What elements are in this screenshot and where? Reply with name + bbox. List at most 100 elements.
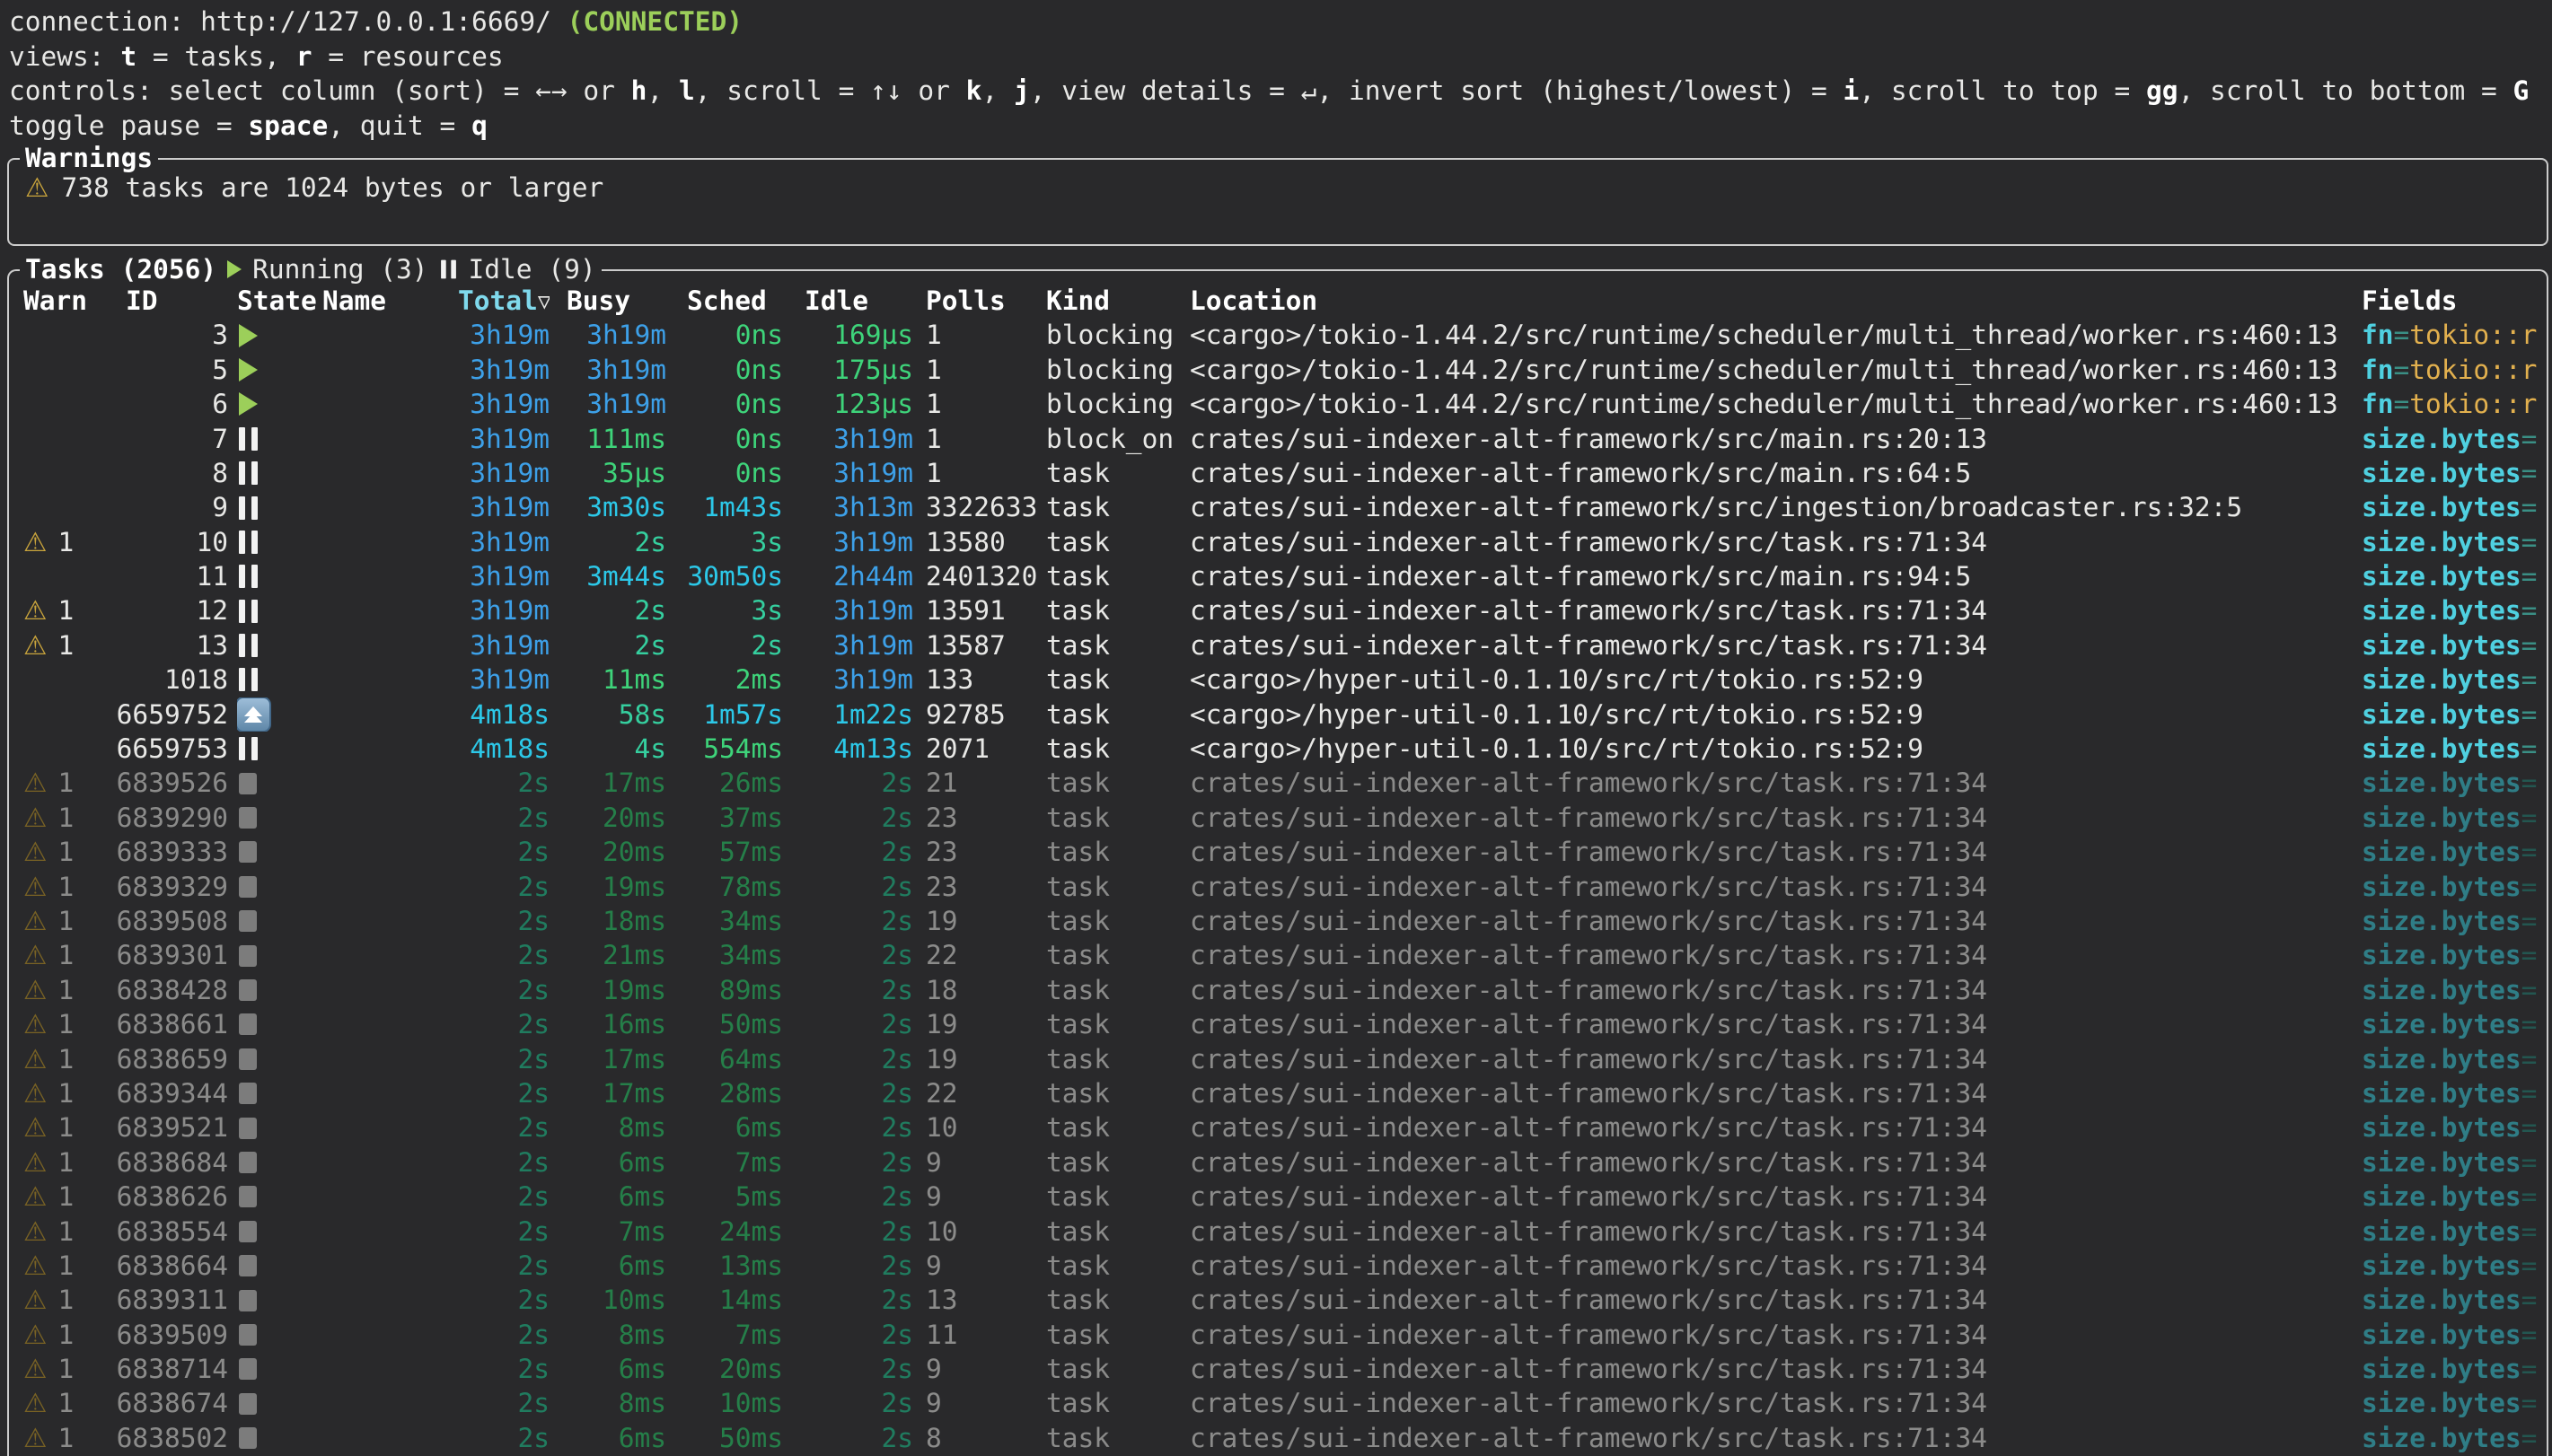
warning-icon: ⚠ bbox=[25, 171, 48, 206]
idle-duration: 3h19m bbox=[783, 456, 913, 490]
task-kind: task bbox=[1046, 1042, 1190, 1076]
busy-duration: 6ms bbox=[550, 1180, 666, 1214]
task-location: crates/sui-indexer-alt-framework/src/tas… bbox=[1190, 525, 2362, 559]
tasks-panel: Tasks (2056) Running (3) Idle (9) WarnID… bbox=[7, 269, 2548, 1456]
field-equals: = bbox=[2521, 1147, 2538, 1178]
table-row[interactable]: ⚠1123h19m2s3s3h19m13591taskcrates/sui-in… bbox=[9, 594, 2547, 628]
table-row[interactable]: ⚠168393292s19ms78ms2s23taskcrates/sui-in… bbox=[9, 870, 2547, 904]
total-duration: 3h19m bbox=[448, 525, 550, 559]
table-row[interactable]: 53h19m3h19m0ns175µs1blocking<cargo>/toki… bbox=[9, 353, 2547, 387]
table-row[interactable]: ⚠168393332s20ms57ms2s23taskcrates/sui-in… bbox=[9, 835, 2547, 869]
column-header-sched[interactable]: Sched bbox=[666, 284, 783, 318]
table-row[interactable]: 10183h19m11ms2ms3h19m133task<cargo>/hype… bbox=[9, 662, 2547, 697]
busy-duration: 3m44s bbox=[550, 559, 666, 593]
column-header-polls[interactable]: Polls bbox=[913, 284, 1046, 318]
field-key: size.bytes bbox=[2362, 1181, 2521, 1212]
column-header-kind[interactable]: Kind bbox=[1046, 284, 1190, 318]
state-cell bbox=[237, 1048, 322, 1070]
task-kind: task bbox=[1046, 870, 1190, 904]
column-header-total[interactable]: Total▿ bbox=[448, 284, 550, 318]
task-location: crates/sui-indexer-alt-framework/src/tas… bbox=[1190, 904, 2362, 938]
column-header-fields[interactable]: Fields bbox=[2362, 284, 2547, 318]
table-row[interactable]: 63h19m3h19m0ns123µs1blocking<cargo>/toki… bbox=[9, 387, 2547, 421]
table-row[interactable]: ⚠168386612s16ms50ms2s19taskcrates/sui-in… bbox=[9, 1007, 2547, 1041]
table-row[interactable]: ⚠168385022s6ms50ms2s8taskcrates/sui-inde… bbox=[9, 1421, 2547, 1455]
field-equals: = bbox=[2521, 1354, 2538, 1384]
table-row[interactable]: 66597524m18s58s1m57s1m22s92785task<cargo… bbox=[9, 697, 2547, 732]
table-row[interactable]: 66597534m18s4s554ms4m13s2071task<cargo>/… bbox=[9, 732, 2547, 766]
table-row[interactable]: ⚠168386262s6ms5ms2s9taskcrates/sui-index… bbox=[9, 1180, 2547, 1214]
table-row[interactable]: ⚠168386742s8ms10ms2s9taskcrates/sui-inde… bbox=[9, 1387, 2547, 1421]
column-header-location[interactable]: Location bbox=[1190, 284, 2362, 318]
table-row[interactable]: ⚠168385542s7ms24ms2s10taskcrates/sui-ind… bbox=[9, 1215, 2547, 1249]
warn-cell: ⚠1 bbox=[23, 1042, 104, 1076]
sort-descending-icon: ▿ bbox=[538, 285, 550, 316]
table-row[interactable]: ⚠168387142s6ms20ms2s9taskcrates/sui-inde… bbox=[9, 1352, 2547, 1386]
table-row[interactable]: ⚠168386842s6ms7ms2s9taskcrates/sui-index… bbox=[9, 1145, 2547, 1180]
field-key: size.bytes bbox=[2362, 561, 2521, 592]
column-header-busy[interactable]: Busy bbox=[550, 284, 666, 318]
table-row[interactable]: ⚠1133h19m2s2s3h19m13587taskcrates/sui-in… bbox=[9, 628, 2547, 662]
task-id: 6838661 bbox=[104, 1007, 237, 1041]
running-icon bbox=[239, 392, 258, 416]
polls-count: 133 bbox=[913, 662, 1046, 697]
busy-duration: 11ms bbox=[550, 662, 666, 697]
task-fields: size.bytes= bbox=[2362, 456, 2547, 490]
column-header-id[interactable]: ID bbox=[104, 284, 237, 318]
sched-duration: 64ms bbox=[666, 1042, 783, 1076]
warning-icon: ⚠ bbox=[23, 1215, 47, 1249]
warning-icon: ⚠ bbox=[23, 1042, 47, 1076]
table-row[interactable]: 93h19m3m30s1m43s3h13m3322633taskcrates/s… bbox=[9, 490, 2547, 524]
table-row[interactable]: 113h19m3m44s30m50s2h44m2401320taskcrates… bbox=[9, 559, 2547, 593]
task-location: <cargo>/tokio-1.44.2/src/runtime/schedul… bbox=[1190, 387, 2362, 421]
field-equals: = bbox=[2521, 767, 2538, 798]
table-row[interactable]: ⚠1103h19m2s3s3h19m13580taskcrates/sui-in… bbox=[9, 525, 2547, 559]
running-icon bbox=[227, 260, 242, 278]
polls-count: 9 bbox=[913, 1180, 1046, 1214]
table-row[interactable]: ⚠168395262s17ms26ms2s21taskcrates/sui-in… bbox=[9, 766, 2547, 800]
field-equals: = bbox=[2521, 664, 2538, 695]
polls-count: 19 bbox=[913, 1042, 1046, 1076]
task-location: crates/sui-indexer-alt-framework/src/ing… bbox=[1190, 490, 2362, 524]
column-header-name[interactable]: Name bbox=[322, 284, 448, 318]
total-duration: 4m18s bbox=[448, 732, 550, 766]
column-header-state[interactable]: State bbox=[237, 284, 322, 318]
completed-icon bbox=[239, 945, 257, 967]
table-row[interactable]: ⚠168386592s17ms64ms2s19taskcrates/sui-in… bbox=[9, 1042, 2547, 1076]
warning-icon: ⚠ bbox=[23, 1421, 47, 1455]
sched-duration: 78ms bbox=[666, 870, 783, 904]
state-cell bbox=[237, 496, 322, 520]
task-location: crates/sui-indexer-alt-framework/src/tas… bbox=[1190, 801, 2362, 835]
warnings-panel: Warnings ⚠ 738 tasks are 1024 bytes or l… bbox=[7, 158, 2548, 246]
polls-count: 23 bbox=[913, 801, 1046, 835]
table-row[interactable]: ⚠168392902s20ms37ms2s23taskcrates/sui-in… bbox=[9, 801, 2547, 835]
table-row[interactable]: ⚠168395212s8ms6ms2s10taskcrates/sui-inde… bbox=[9, 1110, 2547, 1145]
state-cell bbox=[237, 841, 322, 863]
task-fields: size.bytes= bbox=[2362, 1283, 2547, 1317]
column-header-warn[interactable]: Warn bbox=[23, 284, 104, 318]
task-kind: task bbox=[1046, 766, 1190, 800]
task-location: crates/sui-indexer-alt-framework/src/tas… bbox=[1190, 1215, 2362, 1249]
table-row[interactable]: ⚠168393442s17ms28ms2s22taskcrates/sui-in… bbox=[9, 1076, 2547, 1110]
table-row[interactable]: ⚠168386642s6ms13ms2s9taskcrates/sui-inde… bbox=[9, 1249, 2547, 1283]
field-equals: = bbox=[2521, 1320, 2538, 1350]
task-id: 6839344 bbox=[104, 1076, 237, 1110]
completed-icon bbox=[239, 1255, 257, 1276]
task-location: crates/sui-indexer-alt-framework/src/tas… bbox=[1190, 1110, 2362, 1145]
column-header-idle[interactable]: Idle bbox=[783, 284, 913, 318]
table-row[interactable]: 33h19m3h19m0ns169µs1blocking<cargo>/toki… bbox=[9, 318, 2547, 352]
table-row[interactable]: ⚠168393012s21ms34ms2s22taskcrates/sui-in… bbox=[9, 938, 2547, 972]
table-row[interactable]: ⚠168384282s19ms89ms2s18taskcrates/sui-in… bbox=[9, 973, 2547, 1007]
table-row[interactable]: 83h19m35µs0ns3h19m1taskcrates/sui-indexe… bbox=[9, 456, 2547, 490]
table-row[interactable]: ⚠168395082s18ms34ms2s19taskcrates/sui-in… bbox=[9, 904, 2547, 938]
field-equals: = bbox=[2521, 561, 2538, 592]
completed-icon bbox=[239, 1118, 257, 1139]
field-equals: = bbox=[2394, 389, 2410, 419]
completed-icon bbox=[239, 1221, 257, 1242]
table-row[interactable]: 73h19m111ms0ns3h19m1block_oncrates/sui-i… bbox=[9, 422, 2547, 456]
warn-cell: ⚠1 bbox=[23, 870, 104, 904]
field-equals: = bbox=[2521, 458, 2538, 488]
table-row[interactable]: ⚠168393112s10ms14ms2s13taskcrates/sui-in… bbox=[9, 1283, 2547, 1317]
table-header: WarnIDStateNameTotal▿BusySchedIdlePollsK… bbox=[9, 284, 2547, 318]
table-row[interactable]: ⚠168395092s8ms7ms2s11taskcrates/sui-inde… bbox=[9, 1318, 2547, 1352]
